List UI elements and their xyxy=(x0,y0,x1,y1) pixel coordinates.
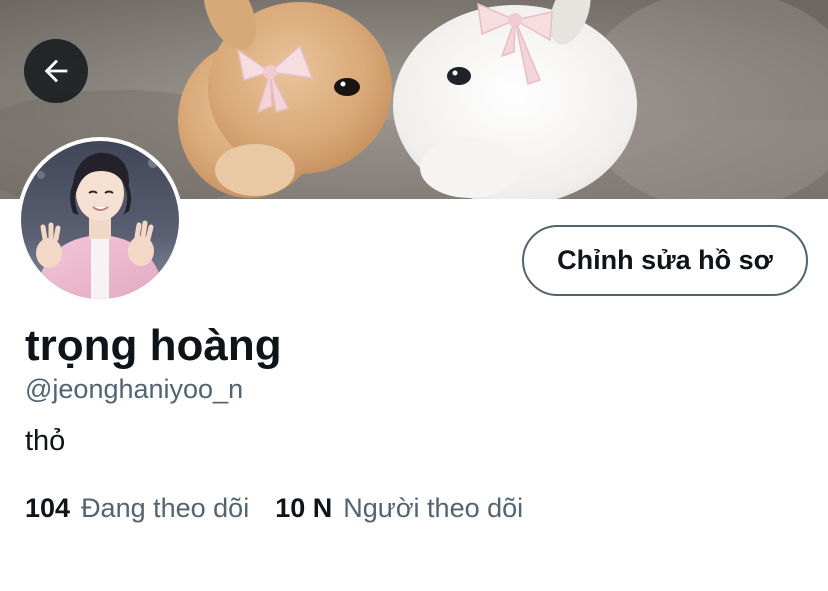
follow-stats: 104 Đang theo dõi 10 N Người theo dõi xyxy=(25,491,523,525)
profile-bio: thỏ xyxy=(25,425,66,457)
username-handle: @jeonghaniyoo_n xyxy=(25,374,244,404)
arrow-left-icon xyxy=(44,59,68,83)
back-button[interactable] xyxy=(24,39,88,103)
following-count: 104 xyxy=(25,493,71,523)
followers-count: 10 N xyxy=(275,493,333,523)
followers-link[interactable]: 10 N Người theo dõi xyxy=(275,491,523,525)
following-link[interactable]: 104 Đang theo dõi xyxy=(25,491,249,525)
followers-label: Người theo dõi xyxy=(343,493,524,523)
avatar[interactable] xyxy=(17,137,183,303)
following-label: Đang theo dõi xyxy=(81,493,250,523)
avatar-image xyxy=(21,141,179,299)
edit-profile-button[interactable]: Chỉnh sửa hồ sơ xyxy=(522,225,808,296)
display-name: trọng hoàng xyxy=(25,321,282,370)
